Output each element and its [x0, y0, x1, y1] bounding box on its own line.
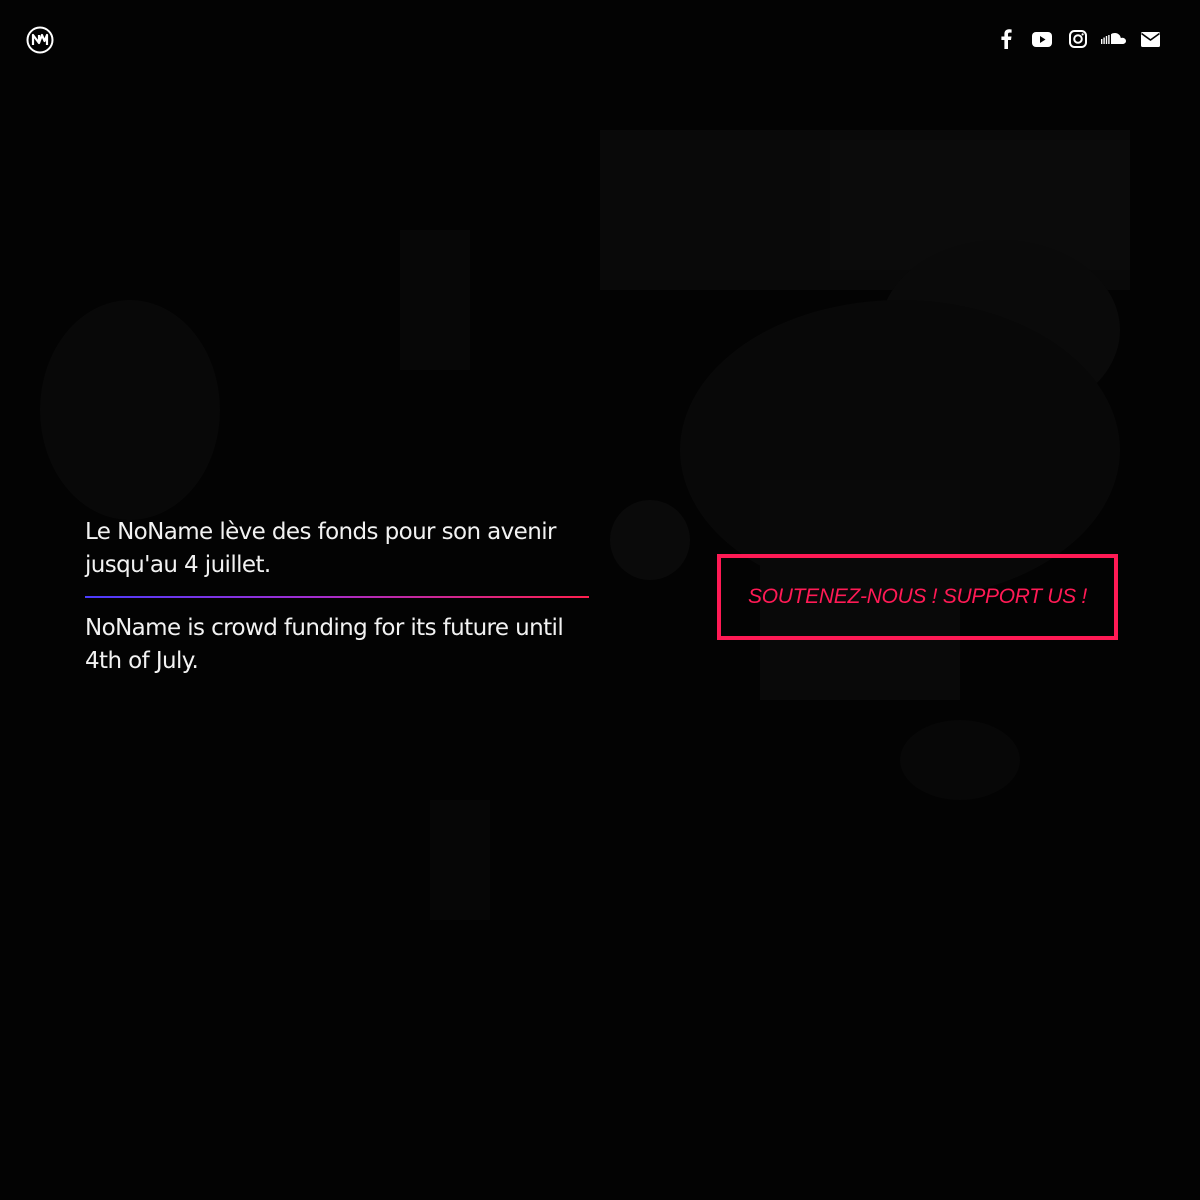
- social-links: [988, 27, 1168, 51]
- hero-text-block: Le NoName lève des fonds pour son avenir…: [85, 516, 589, 678]
- top-navigation: [0, 0, 1200, 80]
- support-us-button[interactable]: SOUTENEZ-NOUS ! SUPPORT US !: [717, 554, 1118, 640]
- instagram-icon[interactable]: [1060, 27, 1096, 51]
- noname-logo-icon[interactable]: [26, 26, 54, 54]
- envelope-icon[interactable]: [1132, 27, 1168, 51]
- youtube-icon[interactable]: [1024, 27, 1060, 51]
- hero-text-french: Le NoName lève des fonds pour son avenir…: [85, 519, 556, 578]
- facebook-icon[interactable]: [988, 27, 1024, 51]
- gradient-divider: [85, 596, 589, 598]
- soundcloud-icon[interactable]: [1096, 27, 1132, 51]
- hero-text-english: NoName is crowd funding for its future u…: [85, 615, 564, 674]
